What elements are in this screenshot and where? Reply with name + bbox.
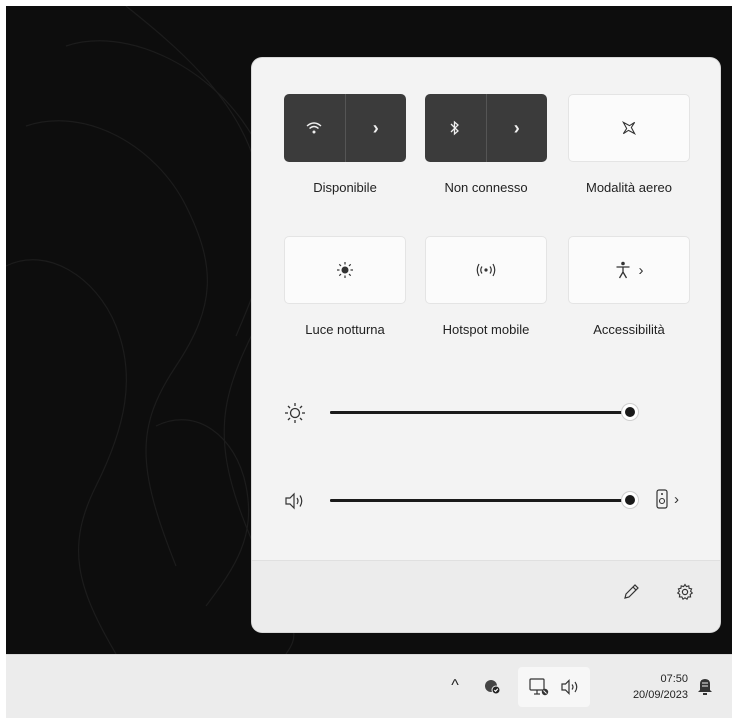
network-volume-tray-button[interactable] <box>518 667 590 707</box>
volume-slider[interactable] <box>330 492 638 508</box>
night-light-tile-label: Luce notturna <box>305 322 385 337</box>
wifi-expand-button[interactable]: › <box>344 94 407 162</box>
night-light-tile[interactable] <box>284 236 406 304</box>
security-tray-button[interactable] <box>480 671 504 701</box>
pencil-icon[interactable] <box>622 583 640 601</box>
accessibility-tile-label: Accessibilità <box>593 322 665 337</box>
quick-settings-panel: › Disponibile › Non connesso Modalità ae… <box>252 58 720 632</box>
accessibility-tile[interactable]: › <box>568 236 690 304</box>
chevron-right-icon: › <box>674 490 679 508</box>
wifi-tile[interactable]: › <box>284 94 406 162</box>
brightness-slider-thumb[interactable] <box>622 404 638 420</box>
bluetooth-tile[interactable]: › <box>425 94 547 162</box>
notification-button[interactable] <box>694 671 718 701</box>
notification-icon <box>698 679 712 695</box>
chevron-right-icon: › <box>513 117 520 138</box>
audio-output-button[interactable]: › <box>656 489 679 509</box>
wifi-icon <box>306 122 322 134</box>
mobile-hotspot-tile-label: Hotspot mobile <box>442 322 530 337</box>
chevron-right-icon: › <box>372 117 379 138</box>
security-icon <box>485 680 501 695</box>
gear-icon[interactable] <box>676 583 694 601</box>
audio-output-icon <box>656 489 668 509</box>
chevron-right-icon: › <box>638 261 644 279</box>
volume-slider-fill <box>330 499 630 502</box>
bluetooth-tile-label: Non connesso <box>444 180 528 195</box>
volume-icon <box>561 679 578 695</box>
volume-slider-thumb[interactable] <box>622 492 638 508</box>
volume-slider-row: › <box>252 486 720 516</box>
wifi-toggle[interactable] <box>284 94 345 162</box>
taskbar: ^ 07:50 20/09/2023 <box>6 654 732 718</box>
airplane-mode-tile-label: Modalità aereo <box>586 180 672 195</box>
hotspot-icon <box>476 263 496 277</box>
speaker-icon[interactable] <box>284 490 306 512</box>
airplane-mode-tile[interactable] <box>568 94 690 162</box>
bluetooth-toggle[interactable] <box>425 94 486 162</box>
accessibility-icon <box>616 261 629 279</box>
clock-date: 20/09/2023 <box>632 689 688 701</box>
quick-settings-footer <box>252 560 720 632</box>
brightness-slider[interactable] <box>330 404 638 420</box>
bluetooth-expand-button[interactable]: › <box>485 94 548 162</box>
network-icon <box>529 678 549 696</box>
clock-time: 07:50 <box>660 673 688 685</box>
taskbar-clock[interactable]: 07:50 20/09/2023 <box>598 671 688 703</box>
show-hidden-icons-button[interactable]: ^ <box>444 671 466 701</box>
airplane-icon <box>621 120 637 136</box>
night-light-icon <box>337 262 353 278</box>
mobile-hotspot-tile[interactable] <box>425 236 547 304</box>
chevron-up-icon: ^ <box>451 677 459 694</box>
wifi-tile-label: Disponibile <box>313 180 377 195</box>
bluetooth-icon <box>450 120 460 136</box>
brightness-slider-row <box>252 398 720 428</box>
brightness-icon <box>285 403 305 423</box>
brightness-slider-fill <box>330 411 630 414</box>
